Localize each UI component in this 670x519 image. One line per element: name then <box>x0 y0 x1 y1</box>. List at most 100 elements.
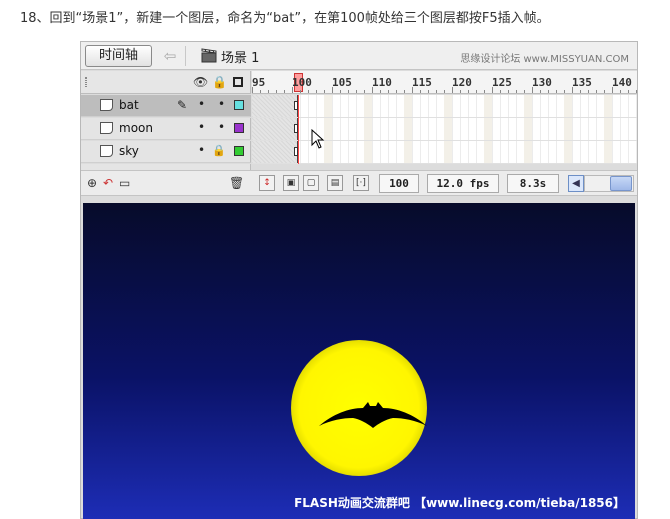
ruler-tick <box>420 90 421 93</box>
ruler-tick <box>380 90 381 93</box>
visibility-dot-icon[interactable]: • <box>198 120 205 134</box>
ruler-frame-number: 95 <box>252 76 266 89</box>
scroll-left-icon[interactable]: ◀ <box>568 175 584 192</box>
mouse-pointer-icon <box>311 129 325 149</box>
arrow-left-icon[interactable]: ⇦ <box>159 46 181 66</box>
layer-page-icon <box>100 122 113 134</box>
ruler-tick <box>580 90 581 93</box>
elapsed-time-field: 8.3s <box>507 174 559 193</box>
timeline-toggle-button[interactable]: 时间轴 <box>85 45 152 67</box>
lock-icon[interactable]: 🔒 <box>212 75 227 89</box>
layer-color-swatch[interactable] <box>234 123 244 133</box>
filled-frames <box>252 118 298 140</box>
filled-frames <box>252 95 298 117</box>
ruler-tick <box>500 90 501 93</box>
frame-row-bat[interactable] <box>252 95 637 118</box>
ruler-tick <box>460 90 461 93</box>
visibility-dot-icon[interactable]: • <box>198 143 205 157</box>
ruler-tick <box>316 90 317 93</box>
ruler-tick <box>412 87 413 93</box>
layer-color-swatch[interactable] <box>234 146 244 156</box>
layer-header: 👁 🔒 <box>81 71 251 94</box>
ruler-frame-number: 125 <box>492 76 512 89</box>
ruler-tick <box>340 90 341 93</box>
ruler-frame-number: 140 <box>612 76 632 89</box>
frame-row-sky[interactable] <box>252 141 637 164</box>
layer-page-icon <box>100 99 113 111</box>
insert-layer-icon[interactable]: ⊕ <box>87 176 97 190</box>
horizontal-scroll-thumb[interactable] <box>610 176 632 191</box>
ruler-frame-number: 135 <box>572 76 592 89</box>
ruler-frame-number: 120 <box>452 76 472 89</box>
lock-dot-icon[interactable]: • <box>218 120 225 134</box>
center-frame-icon[interactable]: ↕ <box>259 175 275 191</box>
ruler-tick <box>524 90 525 93</box>
ruler-tick <box>428 90 429 93</box>
bat-graphic[interactable] <box>319 396 427 436</box>
ruler-tick <box>276 90 277 93</box>
trash-icon[interactable]: 🗑 <box>229 176 244 190</box>
ruler-tick <box>588 90 589 93</box>
ruler-frame-number: 100 <box>292 76 312 89</box>
stage-canvas[interactable]: FLASH动画交流群吧 【www.linecg.com/tieba/1856】 <box>83 203 635 519</box>
layer-color-swatch[interactable] <box>234 100 244 110</box>
ruler-tick <box>324 90 325 93</box>
ruler-tick <box>604 90 605 93</box>
frame-row-moon[interactable] <box>252 118 637 141</box>
layer-name: moon <box>119 121 153 135</box>
layer-name: bat <box>119 98 139 112</box>
clapperboard-icon <box>201 48 217 63</box>
lock-dot-icon[interactable]: • <box>218 97 225 111</box>
frame-grid[interactable] <box>252 95 637 164</box>
ruler-tick <box>572 87 573 93</box>
resize-grip-icon[interactable] <box>85 77 87 87</box>
ruler-tick <box>548 90 549 93</box>
ruler-tick <box>292 87 293 93</box>
layer-row-bat[interactable]: bat ✎ • • <box>81 95 251 117</box>
outline-square-icon[interactable] <box>233 77 243 87</box>
ruler-frame-number: 115 <box>412 76 432 89</box>
onion-outline-icon[interactable]: ▢ <box>303 175 319 191</box>
layer-row-moon[interactable]: moon • • <box>81 118 251 140</box>
ruler-tick <box>348 90 349 93</box>
watermark-text: 思缘设计论坛 www.MISSYUAN.COM <box>460 54 629 65</box>
current-frame-field: 100 <box>379 174 419 193</box>
ruler-tick <box>252 87 253 93</box>
ruler-tick <box>284 90 285 93</box>
layer-name: sky <box>119 144 139 158</box>
eye-icon[interactable]: 👁 <box>193 75 208 89</box>
ruler-tick <box>516 90 517 93</box>
ruler-tick <box>620 90 621 93</box>
ruler-tick <box>332 87 333 93</box>
ruler-tick <box>444 90 445 93</box>
toolbar-divider <box>185 46 186 66</box>
ruler-tick <box>452 87 453 93</box>
ruler-tick <box>364 90 365 93</box>
ruler-tick <box>476 90 477 93</box>
modify-markers-icon[interactable]: [·] <box>353 175 369 191</box>
timeline-status-bar: ⊕ ↶ ▭ 🗑 ↕ ▣ ▢ ▤ [·] 100 12.0 fps 8.3s ◀ <box>81 170 637 196</box>
lock-icon[interactable]: 🔒 <box>212 144 226 157</box>
scene-breadcrumb[interactable]: 场景 1 <box>221 47 259 66</box>
add-motion-guide-icon[interactable]: ↶ <box>103 176 113 190</box>
ruler-tick <box>596 90 597 93</box>
edit-multiple-frames-icon[interactable]: ▤ <box>327 175 343 191</box>
flash-editor-window: 时间轴 ⇦ 场景 1 思缘设计论坛 www.MISSYUAN.COM 👁 🔒 9… <box>80 41 638 519</box>
ruler-tick <box>404 90 405 93</box>
ruler-tick <box>436 90 437 93</box>
ruler-tick <box>308 90 309 93</box>
ruler-tick <box>492 87 493 93</box>
onion-skin-icon[interactable]: ▣ <box>283 175 299 191</box>
ruler-tick <box>612 87 613 93</box>
ruler-tick <box>564 90 565 93</box>
insert-folder-icon[interactable]: ▭ <box>119 176 130 190</box>
ruler-tick <box>300 90 301 93</box>
visibility-dot-icon[interactable]: • <box>198 97 205 111</box>
stage-footer-caption: FLASH动画交流群吧 【www.linecg.com/tieba/1856】 <box>294 496 625 510</box>
ruler-tick <box>532 87 533 93</box>
frame-ruler[interactable]: 95 100 105 110 115 120 125 130 135 140 <box>252 71 637 94</box>
ruler-frame-number: 130 <box>532 76 552 89</box>
ruler-frame-number: 105 <box>332 76 352 89</box>
frame-rate-field[interactable]: 12.0 fps <box>427 174 499 193</box>
layer-row-sky[interactable]: sky • 🔒 <box>81 141 251 163</box>
